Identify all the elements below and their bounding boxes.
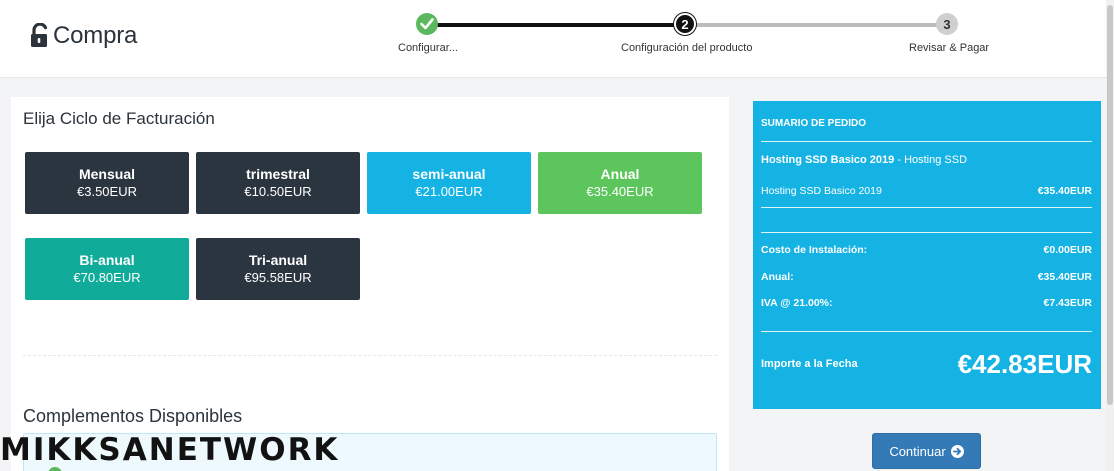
divider xyxy=(761,232,1092,233)
divider xyxy=(761,331,1092,332)
cycle-name: Mensual xyxy=(78,166,135,182)
total-label: Importe a la Fecha xyxy=(761,358,858,370)
summary-setup-row: Costo de Instalación: €0.00EUR xyxy=(761,244,1092,256)
continue-button[interactable]: Continuar xyxy=(872,433,981,469)
cycle-option-quarterly[interactable]: trimestral €10.50EUR xyxy=(196,152,360,214)
cycle-option-triennial[interactable]: Tri-anual €95.58EUR xyxy=(196,238,360,300)
scrollbar-thumb[interactable] xyxy=(1107,5,1113,405)
checkout-progress: 2 3 Configurar... Configuración del prod… xyxy=(395,13,995,63)
summary-product: Hosting SSD Basico 2019 - Hosting SSD xyxy=(761,154,967,166)
cycle-price: €3.50EUR xyxy=(77,184,137,199)
cycle-name: Anual xyxy=(600,166,640,182)
product-separator: - xyxy=(894,154,905,166)
step-1-check-icon[interactable] xyxy=(416,13,438,35)
annual-label: Anual: xyxy=(761,271,794,283)
setup-value: €0.00EUR xyxy=(1043,244,1092,256)
continue-label: Continuar xyxy=(889,443,946,459)
watermark-logo: MIKKSANETWORK xyxy=(0,432,339,468)
billing-cycle-title: Elija Ciclo de Facturación xyxy=(23,109,215,128)
step-3-circle: 3 xyxy=(936,13,958,35)
cycle-price: €21.00EUR xyxy=(415,184,483,199)
cycle-option-monthly[interactable]: Mensual €3.50EUR xyxy=(25,152,189,214)
total-value: €42.83EUR xyxy=(957,349,1092,379)
cycle-option-annual[interactable]: Anual €35.40EUR xyxy=(538,152,702,214)
step-2-label: Configuración del producto xyxy=(621,42,753,54)
tax-label: IVA @ 21.00%: xyxy=(761,297,833,309)
line-item-label: Hosting SSD Basico 2019 xyxy=(761,185,882,197)
order-summary: SUMARIO DE PEDIDO Hosting SSD Basico 201… xyxy=(753,101,1101,409)
progress-line-pending xyxy=(692,23,943,27)
setup-label: Costo de Instalación: xyxy=(761,244,868,256)
page-title: Compra xyxy=(53,22,138,49)
progress-line-completed xyxy=(428,23,681,27)
cycle-option-semiannual[interactable]: semi-anual €21.00EUR xyxy=(367,152,531,214)
billing-panel: Elija Ciclo de Facturación Mensual €3.50… xyxy=(11,97,729,471)
summary-title: SUMARIO DE PEDIDO xyxy=(761,118,867,129)
product-name: Hosting SSD Basico 2019 xyxy=(761,154,895,166)
divider xyxy=(761,141,1092,142)
cycle-price: €10.50EUR xyxy=(244,184,312,199)
cycle-price: €35.40EUR xyxy=(586,184,654,199)
header: Compra 2 3 Configurar... Configuración d… xyxy=(0,0,1114,78)
cycle-name: trimestral xyxy=(246,166,310,182)
cycle-name: Tri-anual xyxy=(248,252,308,268)
cycle-price: €95.58EUR xyxy=(244,270,312,285)
summary-tax-row: IVA @ 21.00%: €7.43EUR xyxy=(761,297,1092,309)
tax-value: €7.43EUR xyxy=(1043,297,1092,309)
brand: Compra xyxy=(30,22,137,50)
arrow-right-circle-icon xyxy=(950,444,964,458)
line-item-value: €35.40EUR xyxy=(1037,185,1092,197)
unlock-icon xyxy=(31,23,48,47)
cycle-name: semi-anual xyxy=(412,166,486,182)
watermark-text-1: MIKKSA xyxy=(0,432,149,468)
annual-value: €35.40EUR xyxy=(1037,271,1092,283)
step-3-label: Revisar & Pagar xyxy=(909,42,990,54)
cycle-name: Bi-anual xyxy=(79,252,135,268)
product-group: Hosting SSD xyxy=(904,154,968,166)
cycle-option-biennial[interactable]: Bi-anual €70.80EUR xyxy=(25,238,189,300)
addons-title: Complementos Disponibles xyxy=(23,406,243,426)
divider xyxy=(761,207,1092,208)
step-2-circle: 2 xyxy=(674,13,696,35)
scrollbar[interactable] xyxy=(1106,0,1114,471)
divider xyxy=(23,355,717,356)
watermark-text-2: NETWORK xyxy=(148,432,340,468)
step-1-label[interactable]: Configurar... xyxy=(398,42,458,54)
summary-annual-row: Anual: €35.40EUR xyxy=(761,271,1092,283)
cycle-price: €70.80EUR xyxy=(73,270,141,285)
summary-line-item: Hosting SSD Basico 2019 €35.40EUR xyxy=(761,185,1092,197)
